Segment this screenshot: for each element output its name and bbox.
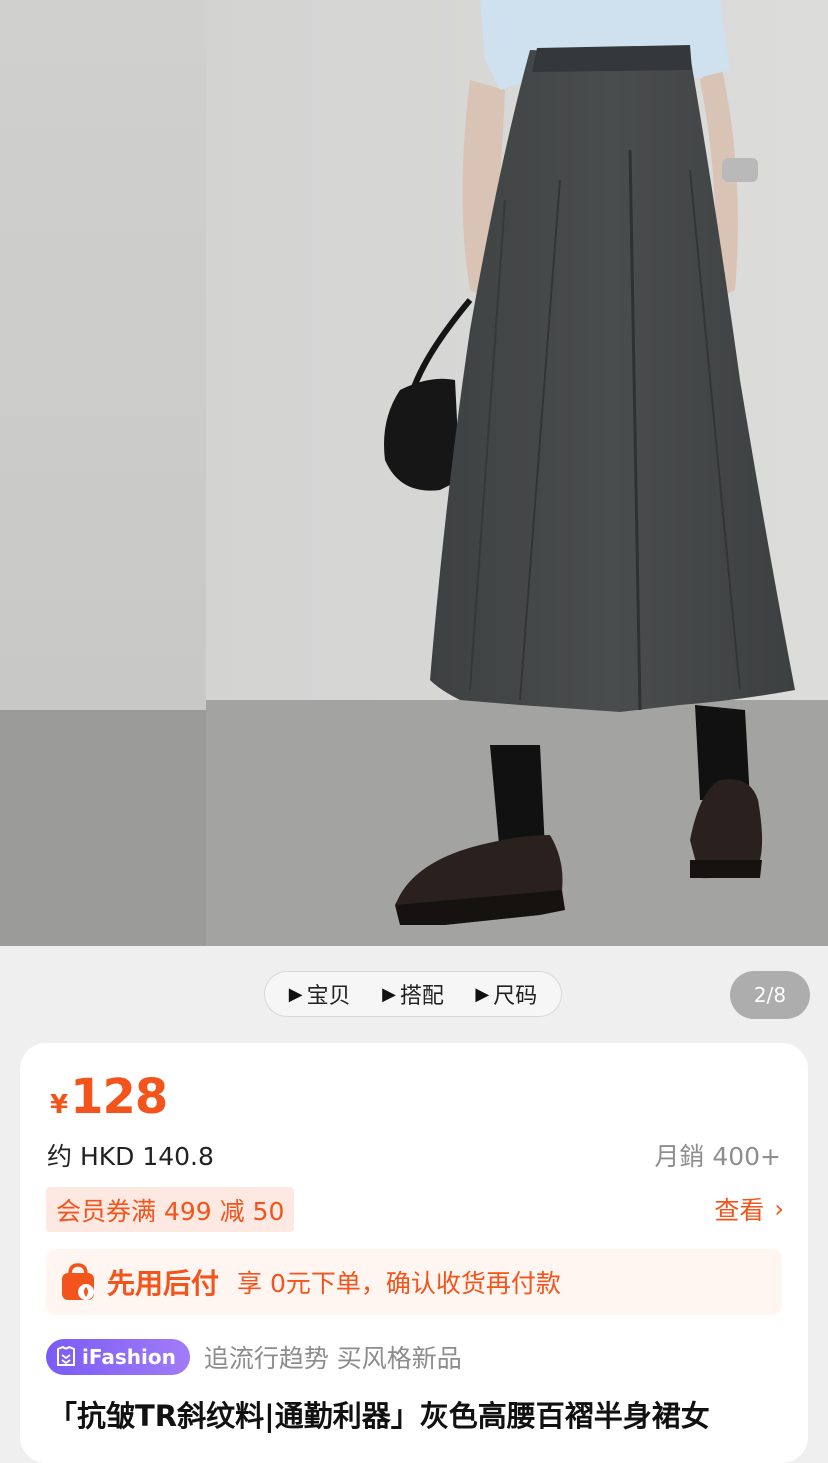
play-icon: ▶: [288, 983, 303, 1005]
ifashion-badge[interactable]: iFashion: [46, 1339, 190, 1375]
hkd-price: 约 HKD 140.8: [47, 1142, 214, 1171]
pay-later-title: 先用后付: [107, 1267, 220, 1300]
monthly-sales: 月銷 400+: [654, 1142, 781, 1171]
ifashion-logo-icon: [57, 1346, 75, 1366]
play-icon: ▶: [382, 983, 396, 1005]
tab-size-label: 尺码: [493, 984, 538, 1009]
ifashion-label: iFashion: [82, 1345, 176, 1369]
brand-tag-row: iFashion 追流行趋势 买风格新品: [46, 1339, 462, 1375]
product-title: 「抗皱TR斜纹料|通勤利器」灰色高腰百褶半身裙女: [48, 1399, 710, 1433]
tab-product-label: 宝贝: [306, 984, 351, 1009]
coupon-badge[interactable]: 会员券满 499 减 50: [46, 1187, 295, 1232]
tab-size[interactable]: ▶ 尺码: [475, 978, 537, 1010]
product-image[interactable]: [0, 0, 828, 946]
play-icon: ▶: [475, 983, 490, 1005]
tab-outfit[interactable]: ▶ 搭配: [382, 978, 444, 1010]
media-tab-bar: ▶ 宝贝 ▶ 搭配 ▶ 尺码: [264, 971, 562, 1017]
image-page-counter: 2/8: [730, 971, 810, 1019]
chevron-right-icon: ›: [774, 1195, 784, 1223]
product-info-card: ¥ 128 约 HKD 140.8 月銷 400+ 会员券满 499 减 50 …: [20, 1043, 808, 1463]
tab-outfit-label: 搭配: [399, 984, 444, 1009]
tab-product[interactable]: ▶ 宝贝: [289, 978, 351, 1010]
view-coupon-link[interactable]: 查看 ›: [714, 1191, 784, 1227]
view-link-label: 查看: [714, 1196, 765, 1225]
pay-later-description: 享 0元下单，确认收货再付款: [237, 1269, 561, 1298]
currency-symbol: ¥: [50, 1090, 69, 1120]
price-value: 128: [70, 1069, 168, 1125]
brand-tagline: 追流行趋势 买风格新品: [203, 1344, 462, 1373]
shopping-bag-icon: [62, 1263, 94, 1300]
pay-later-banner[interactable]: 先用后付 享 0元下单，确认收货再付款: [46, 1249, 782, 1315]
price: ¥ 128: [50, 1069, 168, 1125]
